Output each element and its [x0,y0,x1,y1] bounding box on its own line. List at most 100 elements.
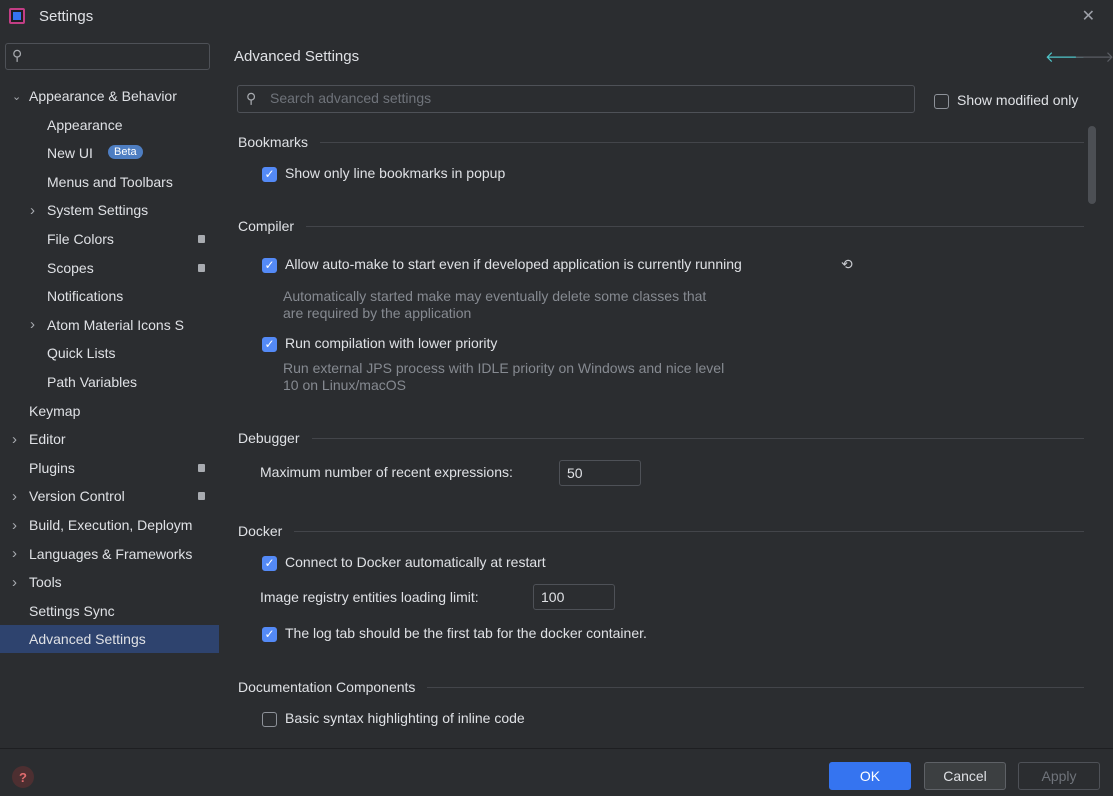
sidebar-item-label: Tools [29,574,62,591]
forward-arrow-icon[interactable]: 🡒 [1074,47,1113,66]
chevron-right-icon[interactable]: › [12,574,17,591]
sidebar-item-editor[interactable]: › Editor [0,425,219,453]
beta-badge: Beta [108,145,143,160]
section-title: Compiler [238,218,295,234]
lower-priority-label: Run compilation with lower priority [285,335,498,351]
chevron-right-icon[interactable]: › [12,517,17,534]
show-modified-only-label: Show modified only [957,92,1079,108]
section-title: Debugger [238,430,300,446]
sidebar-item-tools[interactable]: › Tools [0,568,219,596]
sidebar-item-settings-sync[interactable]: Settings Sync [0,597,219,625]
sidebar-item-label: New UI [47,145,93,162]
chevron-right-icon[interactable]: › [30,202,35,219]
sidebar-item-keymap[interactable]: Keymap [0,397,219,425]
sidebar-item-languages-frameworks[interactable]: › Languages & Frameworks [0,540,219,568]
sidebar-item-label: System Settings [47,202,149,219]
sidebar-item-plugins[interactable]: Plugins [0,454,219,482]
window-title: Settings [39,7,94,25]
max-recent-expressions-label: Maximum number of recent expressions: [260,464,513,480]
section-compiler: Compiler [238,216,1084,236]
sidebar-item-label: Path Variables [47,374,138,390]
sidebar-item-label: Advanced Settings [29,631,146,648]
sidebar-item-label: Version Control [29,488,125,505]
sidebar-item-advanced-settings[interactable]: Advanced Settings [0,625,219,654]
log-tab-first-checkbox[interactable] [262,627,277,642]
lower-priority-checkbox[interactable] [262,337,277,352]
search-icon: ⚲ [246,90,257,106]
registry-limit-field[interactable]: 100 [533,584,615,610]
registry-limit-label: Image registry entities loading limit: [260,589,479,605]
sidebar-item-label: Editor [29,431,66,448]
lower-priority-description-line1: Run external JPS process with IDLE prior… [283,360,725,376]
sidebar-item-label: Settings Sync [29,602,115,619]
connect-docker-checkbox[interactable] [262,556,277,571]
sidebar-search-input[interactable]: ⚲ [5,43,210,70]
chevron-right-icon[interactable]: › [30,316,35,333]
sidebar-item-version-control[interactable]: › Version Control [0,482,219,510]
chevron-right-icon[interactable]: › [12,431,17,448]
sidebar-item-path-variables[interactable]: Path Variables [0,368,219,396]
sidebar-item-file-colors[interactable]: File Colors [0,225,219,253]
sidebar-item-label: Build, Execution, Deploym [29,517,193,533]
sidebar-item-label: Appearance [47,116,123,133]
section-divider [320,141,1084,143]
sidebar-item-label: Keymap [29,402,81,419]
sidebar-item-scopes[interactable]: Scopes [0,254,219,282]
help-icon[interactable]: ? [12,766,34,788]
sidebar-item-label: Notifications [47,288,124,305]
sidebar-item-system-settings[interactable]: › System Settings [0,196,219,224]
show-modified-only-checkbox[interactable] [934,94,949,109]
sidebar-item-menus-and-toolbars[interactable]: Menus and Toolbars [0,168,219,196]
show-line-bookmarks-checkbox[interactable] [262,167,277,182]
close-icon[interactable]: ✕ [1082,6,1095,26]
title-bar: Settings ✕ [0,0,1113,32]
log-tab-first-label: The log tab should be the first tab for … [285,625,647,641]
project-level-marker-icon [198,463,205,472]
sidebar-item-notifications[interactable]: Notifications [0,282,219,310]
cancel-button[interactable]: Cancel [924,762,1006,790]
basic-syntax-highlighting-checkbox[interactable] [262,712,277,727]
sidebar-item-label: Plugins [29,459,75,476]
section-documentation-components: Documentation Components [238,677,1084,697]
section-divider [311,437,1084,439]
page-title: Advanced Settings [234,48,360,65]
section-title: Documentation Components [238,679,416,695]
apply-button[interactable]: Apply [1018,762,1100,790]
auto-make-label: Allow auto-make to start even if develop… [285,256,742,272]
lower-priority-description-line2: 10 on Linux/macOS [283,377,406,393]
sidebar-item-appearance-behavior[interactable]: ⌄ Appearance & Behavior [0,82,219,110]
sidebar-item-quick-lists[interactable]: Quick Lists [0,339,219,367]
section-debugger: Debugger [238,428,1084,448]
project-level-marker-icon [198,235,205,243]
section-title: Bookmarks [238,134,309,150]
section-divider [427,686,1084,688]
project-level-marker-icon [198,492,205,501]
sidebar-item-appearance[interactable]: Appearance [0,111,219,139]
section-bookmarks: Bookmarks [238,132,1084,152]
sidebar-item-label: Appearance & Behavior [29,88,177,104]
ok-button[interactable]: OK [829,762,911,790]
sidebar-item-new-ui[interactable]: New UI Beta [0,139,219,167]
section-title: Docker [238,523,283,539]
sidebar-item-build-execution-deploym[interactable]: › Build, Execution, Deploym [0,511,219,539]
dialog-footer: ? OK Cancel Apply [0,748,1113,796]
advanced-settings-search[interactable]: ⚲ [237,85,915,113]
vertical-scrollbar[interactable] [1088,126,1096,204]
sidebar-item-label: Scopes [47,259,94,276]
reset-icon[interactable]: ⟲ [841,256,853,273]
sidebar-item-label: File Colors [47,231,114,247]
chevron-down-icon[interactable]: ⌄ [12,90,21,103]
sidebar-item-atom-material-icons-s[interactable]: › Atom Material Icons S [0,311,219,339]
chevron-right-icon[interactable]: › [12,488,17,505]
project-level-marker-icon [198,263,205,272]
auto-make-description-line1: Automatically started make may eventuall… [283,288,707,304]
sidebar-item-label: Quick Lists [47,345,116,362]
chevron-right-icon[interactable]: › [12,545,17,562]
search-input[interactable] [270,90,870,106]
sidebar-item-label: Languages & Frameworks [29,545,193,562]
max-recent-expressions-field[interactable]: 50 [559,460,641,486]
connect-docker-label: Connect to Docker automatically at resta… [285,554,546,570]
auto-make-checkbox[interactable] [262,258,277,273]
section-divider [306,225,1084,227]
section-divider [294,530,1084,532]
